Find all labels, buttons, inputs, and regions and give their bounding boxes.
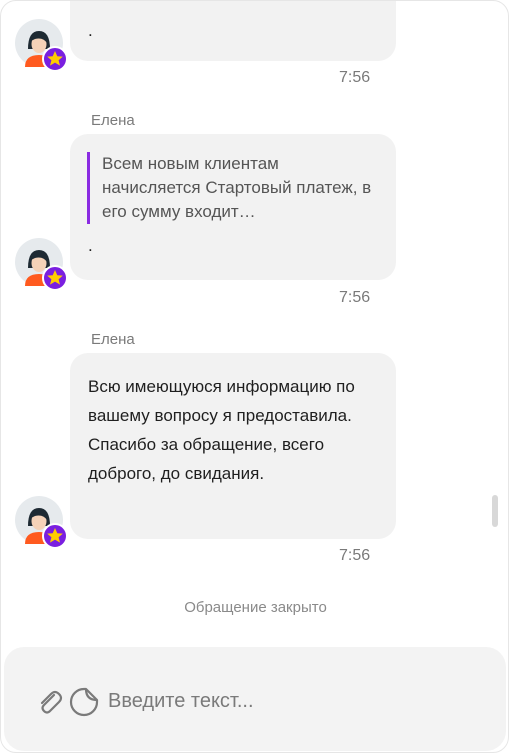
message-time: 7:56 xyxy=(339,289,371,306)
chat-window: . 7:56 Елена Всем новым клиентам начисля… xyxy=(0,0,509,753)
sender-name: Елена xyxy=(91,331,135,348)
quoted-message[interactable]: Всем новым клиентам начисляется Стартовы… xyxy=(87,152,377,224)
agent-avatar xyxy=(15,496,68,549)
avatar-icon xyxy=(15,496,68,549)
message-bubble: Всю имеющуюся информацию по вашему вопро… xyxy=(70,353,396,539)
avatar-icon xyxy=(15,238,68,291)
message-time: 7:56 xyxy=(339,547,371,564)
paperclip-icon[interactable] xyxy=(34,687,64,717)
agent-avatar xyxy=(15,19,68,72)
message-text: Всю имеющуюся информацию по вашему вопро… xyxy=(88,377,355,483)
conversation-closed-note: Обращение закрыто xyxy=(184,599,327,616)
avatar-icon xyxy=(15,19,68,72)
sticker-icon[interactable] xyxy=(68,686,100,718)
sender-name: Елена xyxy=(91,112,135,129)
message-input[interactable] xyxy=(108,683,488,719)
message-bubble: . xyxy=(70,1,396,61)
message-composer xyxy=(4,647,506,751)
message-bubble: Всем новым клиентам начисляется Стартовы… xyxy=(70,134,396,280)
message-time: 7:56 xyxy=(339,69,371,86)
scrollbar-thumb[interactable] xyxy=(492,495,498,527)
message-text: . xyxy=(88,21,93,40)
message-text: . xyxy=(88,236,93,255)
agent-avatar xyxy=(15,238,68,291)
